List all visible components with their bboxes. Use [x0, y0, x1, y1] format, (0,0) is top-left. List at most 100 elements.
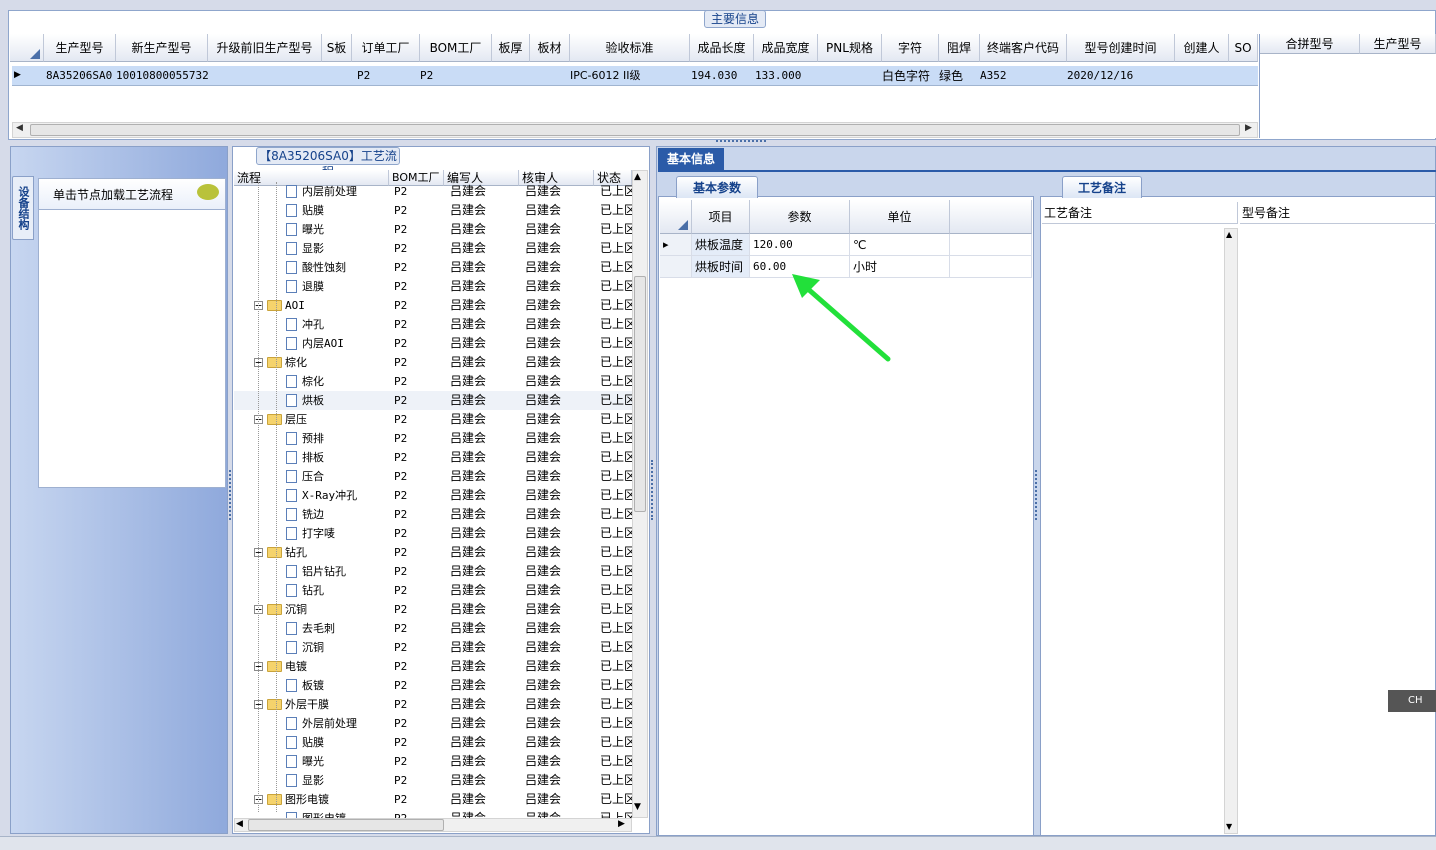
tree-node[interactable]: 预排 P2 吕建会 吕建会 已上区 [234, 429, 632, 448]
column-header[interactable]: 生产型号 [44, 34, 116, 62]
notes-splitter-handle[interactable] [1035, 470, 1038, 520]
merge-col-header[interactable]: 合拼型号 [1260, 34, 1360, 54]
column-header[interactable]: 型号创建时间 [1067, 34, 1175, 62]
tree-cell-status: 已上区 [600, 678, 632, 692]
tree-node[interactable]: 酸性蚀刻 P2 吕建会 吕建会 已上区 [234, 258, 632, 277]
tab-process-notes[interactable]: 工艺备注 [1062, 176, 1142, 198]
column-header[interactable]: 板材 [530, 34, 570, 62]
tree-cell-checker: 吕建会 [525, 317, 562, 331]
column-header[interactable]: 板厚 [492, 34, 530, 62]
tree-node[interactable]: X-Ray冲孔 P2 吕建会 吕建会 已上区 [234, 486, 632, 505]
tree-node[interactable]: 显影 P2 吕建会 吕建会 已上区 [234, 239, 632, 258]
column-header[interactable]: 成品宽度 [754, 34, 818, 62]
tree-node[interactable]: − 图形电镀 P2 吕建会 吕建会 已上区 [234, 790, 632, 809]
document-icon [286, 565, 297, 578]
speech-bubble-icon[interactable] [197, 184, 219, 200]
tree-node[interactable]: 贴膜 P2 吕建会 吕建会 已上区 [234, 733, 632, 752]
tree-splitter-handle[interactable] [651, 460, 654, 520]
tab-basic-params[interactable]: 基本参数 [676, 176, 758, 198]
document-icon [286, 755, 297, 768]
scroll-down-icon[interactable]: ▼ [634, 802, 641, 812]
tab-basic-info[interactable]: 基本信息 [658, 148, 724, 170]
tree-node[interactable]: 外层前处理 P2 吕建会 吕建会 已上区 [234, 714, 632, 733]
process-note-textarea-scroll[interactable] [1224, 228, 1238, 834]
params-col-header[interactable]: 参数 [750, 200, 850, 234]
column-header[interactable]: 验收标准 [570, 34, 690, 62]
column-header[interactable]: 订单工厂 [352, 34, 420, 62]
model-note-header: 型号备注 [1240, 202, 1436, 224]
document-icon [286, 508, 297, 521]
column-header[interactable]: BOM工厂 [420, 34, 492, 62]
column-header[interactable]: 字符 [882, 34, 939, 62]
ime-indicator[interactable]: CH [1388, 690, 1436, 712]
device-structure-tab[interactable]: 设备结构 [12, 176, 34, 240]
column-header[interactable]: SO [1229, 34, 1258, 62]
tree-node[interactable]: − 钻孔 P2 吕建会 吕建会 已上区 [234, 543, 632, 562]
tree-vscroll-thumb[interactable] [634, 276, 646, 512]
tree-node[interactable]: − 层压 P2 吕建会 吕建会 已上区 [234, 410, 632, 429]
tree-node[interactable]: − 棕化 P2 吕建会 吕建会 已上区 [234, 353, 632, 372]
tree-node[interactable]: − 电镀 P2 吕建会 吕建会 已上区 [234, 657, 632, 676]
column-header[interactable]: 阻焊 [939, 34, 980, 62]
tree-cell-status: 已上区 [600, 317, 632, 331]
column-header[interactable]: PNL规格 [818, 34, 882, 62]
tree-cell-status: 已上区 [600, 393, 632, 407]
scroll-left-icon[interactable]: ◀ [16, 123, 23, 133]
scroll-right-icon[interactable]: ▶ [1245, 123, 1252, 133]
tree-hscroll-thumb[interactable] [248, 819, 444, 831]
tree-cell-bom: P2 [394, 508, 408, 521]
tree-node[interactable]: 棕化 P2 吕建会 吕建会 已上区 [234, 372, 632, 391]
scroll-up-icon[interactable]: ▲ [634, 172, 641, 182]
tree-node[interactable]: 曝光 P2 吕建会 吕建会 已上区 [234, 220, 632, 239]
document-icon [286, 584, 297, 597]
tree-node[interactable]: 内层AOI P2 吕建会 吕建会 已上区 [234, 334, 632, 353]
tree-node[interactable]: 铝片钻孔 P2 吕建会 吕建会 已上区 [234, 562, 632, 581]
params-col-header[interactable]: 单位 [850, 200, 950, 234]
tree-node[interactable]: 退膜 P2 吕建会 吕建会 已上区 [234, 277, 632, 296]
tree-node-label: 棕化 [302, 375, 324, 388]
tree-node[interactable]: 烘板 P2 吕建会 吕建会 已上区 [234, 391, 632, 410]
params-col-header[interactable]: 项目 [692, 200, 750, 234]
tree-node[interactable]: 铣边 P2 吕建会 吕建会 已上区 [234, 505, 632, 524]
document-icon [286, 261, 297, 274]
tree-node[interactable]: 贴膜 P2 吕建会 吕建会 已上区 [234, 201, 632, 220]
scroll-left-icon[interactable]: ◀ [236, 819, 243, 829]
document-icon [286, 185, 297, 198]
column-header[interactable]: S板 [322, 34, 352, 62]
column-header[interactable]: 升级前旧生产型号 [208, 34, 322, 62]
tree-cell-bom: P2 [394, 356, 408, 369]
tree-node[interactable]: 打字唛 P2 吕建会 吕建会 已上区 [234, 524, 632, 543]
tree-node-label: 压合 [302, 470, 324, 483]
tree-cell-checker: 吕建会 [525, 602, 562, 616]
tree-node[interactable]: − 外层干膜 P2 吕建会 吕建会 已上区 [234, 695, 632, 714]
param-cell-value[interactable]: 120.00 [750, 234, 850, 256]
tree-node[interactable]: − AOI P2 吕建会 吕建会 已上区 [234, 296, 632, 315]
merge-col-header[interactable]: 生产型号 [1360, 34, 1436, 54]
tree-node[interactable]: 沉铜 P2 吕建会 吕建会 已上区 [234, 638, 632, 657]
tree-node[interactable]: 内层前处理 P2 吕建会 吕建会 已上区 [234, 182, 632, 201]
tree-node[interactable]: 去毛刺 P2 吕建会 吕建会 已上区 [234, 619, 632, 638]
param-row-header[interactable]: ▸ [660, 234, 692, 256]
column-header[interactable]: 成品长度 [690, 34, 754, 62]
tree-node[interactable]: 显影 P2 吕建会 吕建会 已上区 [234, 771, 632, 790]
tree-node[interactable]: 钻孔 P2 吕建会 吕建会 已上区 [234, 581, 632, 600]
scroll-down-icon[interactable]: ▼ [1226, 822, 1232, 831]
tree-node[interactable]: 冲孔 P2 吕建会 吕建会 已上区 [234, 315, 632, 334]
document-icon [286, 280, 297, 293]
param-row-header[interactable] [660, 256, 692, 278]
tree-cell-status: 已上区 [600, 431, 632, 445]
column-header[interactable]: 新生产型号 [116, 34, 208, 62]
scroll-right-icon[interactable]: ▶ [618, 819, 625, 829]
cell-customer: A352 [980, 69, 1007, 82]
scroll-up-icon[interactable]: ▲ [1226, 230, 1232, 239]
tree-node[interactable]: 排板 P2 吕建会 吕建会 已上区 [234, 448, 632, 467]
main-grid-hscroll-thumb[interactable] [30, 124, 1240, 136]
column-header[interactable]: 创建人 [1175, 34, 1229, 62]
tree-node[interactable]: − 沉铜 P2 吕建会 吕建会 已上区 [234, 600, 632, 619]
document-icon [286, 774, 297, 787]
column-header[interactable]: 终端客户代码 [980, 34, 1067, 62]
tree-cell-bom: P2 [394, 413, 408, 426]
tree-node[interactable]: 曝光 P2 吕建会 吕建会 已上区 [234, 752, 632, 771]
tree-node[interactable]: 压合 P2 吕建会 吕建会 已上区 [234, 467, 632, 486]
tree-node[interactable]: 板镀 P2 吕建会 吕建会 已上区 [234, 676, 632, 695]
